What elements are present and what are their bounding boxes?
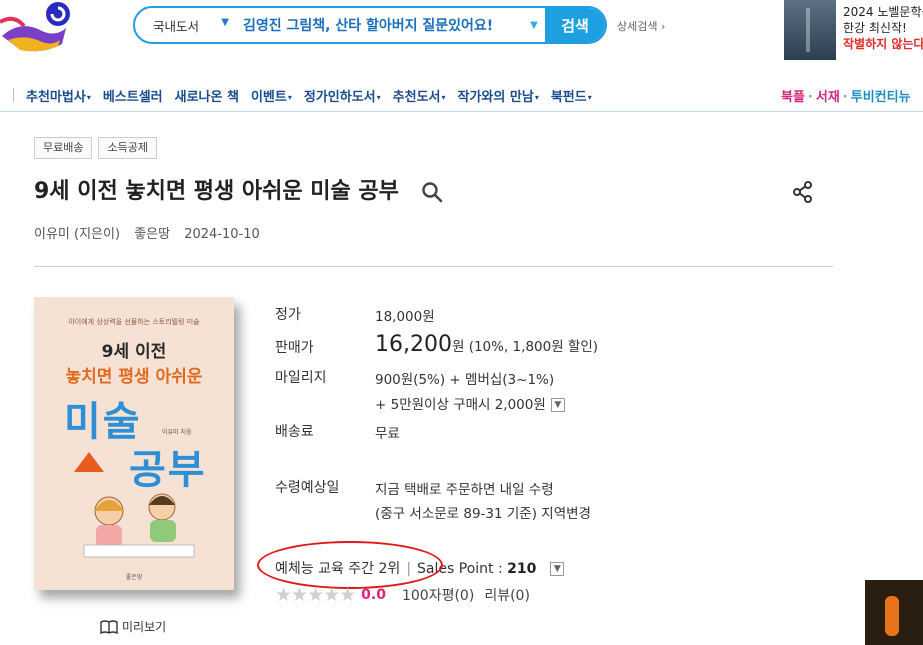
nav-item-label: 정가인하도서 (303, 90, 376, 105)
book-date: 2024-10-10 (184, 227, 260, 242)
review-link[interactable]: 리뷰(0) (484, 585, 530, 605)
book-author[interactable]: 이유미 (지은이) (34, 227, 120, 242)
star-rating-icon: ★★★★★ (275, 584, 356, 606)
ad-banner-text[interactable]: 2024 노벨문학상 한강 최신작! 작별하지 않는다 (843, 4, 923, 52)
delivery-line-2[interactable]: (중구 서소문로 89-31 기준) 지역변경 (375, 502, 591, 522)
ad-book-thumbnail[interactable] (784, 0, 836, 60)
caret-down-icon: ▾ (441, 93, 446, 102)
list-price-label: 정가 (275, 307, 301, 323)
mileage-extra-text: + 5만원이상 구매시 2,000원 (375, 397, 546, 413)
preview-button[interactable]: 미리보기 (100, 618, 166, 635)
nav-item[interactable]: 새로나온 책 (175, 86, 239, 105)
mileage-extra: + 5만원이상 구매시 2,000원 ▼ (375, 393, 565, 413)
rating-row: ★★★★★ 0.0 100자평(0) 리뷰(0) (275, 584, 530, 606)
nav-divider (13, 88, 14, 102)
sale-discount: (10%, 1,800원 할인) (468, 339, 599, 355)
search-icon[interactable] (420, 180, 444, 204)
nav-link-bookple[interactable]: 북플 (781, 90, 805, 105)
chevron-down-icon[interactable]: ▼ (550, 562, 565, 576)
highlight-circle (257, 541, 443, 589)
mileage-label: 마일리지 (275, 370, 327, 386)
search-category-select[interactable]: 국내도서 ▼ (135, 8, 235, 42)
nav-item-label: 추천도서 (392, 90, 441, 105)
rating-score: 0.0 (361, 587, 386, 603)
nav-item-label: 새로나온 책 (174, 90, 239, 105)
nav-link-tobecontinued[interactable]: 투비컨티뉴 (851, 90, 911, 105)
book-open-icon (100, 619, 118, 634)
nav-item-label: 작가와의 만남 (457, 90, 534, 105)
caret-down-icon: ▾ (587, 93, 592, 102)
cover-line-2: 놓치면 평생 아쉬운 (65, 367, 203, 387)
book-title: 9세 이전 놓치면 평생 아쉬운 미술 공부 (34, 179, 399, 204)
nav-menu: 추천마법사▾ 베스트셀러 새로나온 책 이벤트▾ 정가인하도서▾ 추천도서▾ 작가와의 만남… (26, 86, 592, 105)
sale-price-value: 16,200 (375, 332, 452, 357)
nav-item-label: 북펀드 (550, 90, 587, 105)
nav-item-label: 추천마법사 (26, 90, 86, 105)
cover-illustration (74, 452, 195, 558)
nav-item[interactable]: 추천마법사▾ (26, 86, 91, 105)
tag-list: 무료배송 소득공제 (34, 137, 157, 159)
nav-item[interactable]: 북펀드▾ (551, 86, 592, 105)
sale-price: 16,200원 (10%, 1,800원 할인) (375, 332, 598, 357)
caret-down-icon: ▾ (287, 93, 292, 102)
sale-price-label: 판매가 (275, 340, 314, 356)
divider (34, 266, 833, 267)
floating-book-thumbnail[interactable] (865, 580, 923, 645)
nav-item[interactable]: 이벤트▾ (251, 86, 292, 105)
book-cover[interactable]: 아이에게 상상력을 선물하는 스토리텔링 미술 9세 이전 놓치면 평생 아쉬운… (34, 297, 234, 590)
advanced-search-link[interactable]: 상세검색 › (617, 18, 665, 34)
tag-tax-deduction: 소득공제 (98, 137, 157, 159)
tag-free-shipping: 무료배송 (34, 137, 93, 159)
cover-line-1: 9세 이전 (101, 342, 167, 362)
ad-line-1: 2024 노벨문학상 (843, 5, 923, 19)
share-icon[interactable] (791, 180, 815, 204)
ad-line-2: 한강 최신작! (843, 21, 907, 35)
short-review-link[interactable]: 100자평(0) (402, 585, 474, 605)
search-input[interactable]: 김영진 그림책, 산타 할아버지 질문있어요! (235, 15, 523, 35)
nav-item[interactable]: 추천도서▾ (393, 86, 446, 105)
shipping-label: 배송료 (275, 424, 314, 440)
nav-item[interactable]: 작가와의 만남▾ (458, 86, 539, 105)
main-nav: 추천마법사▾ 베스트셀러 새로나온 책 이벤트▾ 정가인하도서▾ 추천도서▾ 작가와의 만남… (0, 82, 923, 112)
chevron-down-icon[interactable]: ▼ (550, 398, 565, 412)
cover-author: 이유미 지음 (162, 429, 192, 436)
sale-price-unit: 원 (451, 339, 465, 355)
book-meta: 이유미 (지은이) 좋은땅 2024-10-10 (34, 223, 270, 242)
mileage-value: 900원(5%) + 멤버십(3~1%) (375, 372, 555, 388)
caret-down-icon: ▾ (534, 93, 539, 102)
book-publisher[interactable]: 좋은땅 (134, 227, 170, 242)
preview-label: 미리보기 (122, 620, 167, 634)
nav-link-library[interactable]: 서재 (816, 90, 840, 105)
search-button[interactable]: 검색 (545, 8, 605, 42)
nav-item[interactable]: 정가인하도서▾ (304, 86, 381, 105)
sales-point-value: 210 (507, 561, 537, 577)
list-price-value: 18,000원 (375, 309, 435, 325)
search-suggest-icon[interactable]: ▼ (523, 20, 545, 31)
delivery-line-1: 지금 택배로 주문하면 내일 수령 (375, 482, 554, 498)
chevron-down-icon: ▼ (221, 17, 229, 28)
ad-line-3: 작별하지 않는다 (843, 37, 923, 51)
cover-publisher: 좋은땅 (125, 574, 143, 581)
nav-item[interactable]: 베스트셀러 (103, 86, 163, 105)
shipping-value: 무료 (375, 426, 400, 442)
caret-down-icon: ▾ (376, 93, 381, 102)
search-bar: 국내도서 ▼ 김영진 그림책, 산타 할아버지 질문있어요! ▼ 검색 (133, 6, 607, 44)
nav-right-links: 북플 · 서재 · 투비컨티뉴 (781, 90, 911, 105)
cover-subtitle: 아이에게 상상력을 선물하는 스토리텔링 미술 (68, 318, 200, 326)
delivery-label: 수령예상일 (275, 480, 340, 496)
nav-item-label: 베스트셀러 (102, 90, 163, 105)
caret-down-icon: ▾ (86, 93, 91, 102)
aladin-logo[interactable] (0, 0, 80, 60)
search-category-label: 국내도서 (153, 18, 200, 34)
nav-item-label: 이벤트 (250, 90, 287, 105)
